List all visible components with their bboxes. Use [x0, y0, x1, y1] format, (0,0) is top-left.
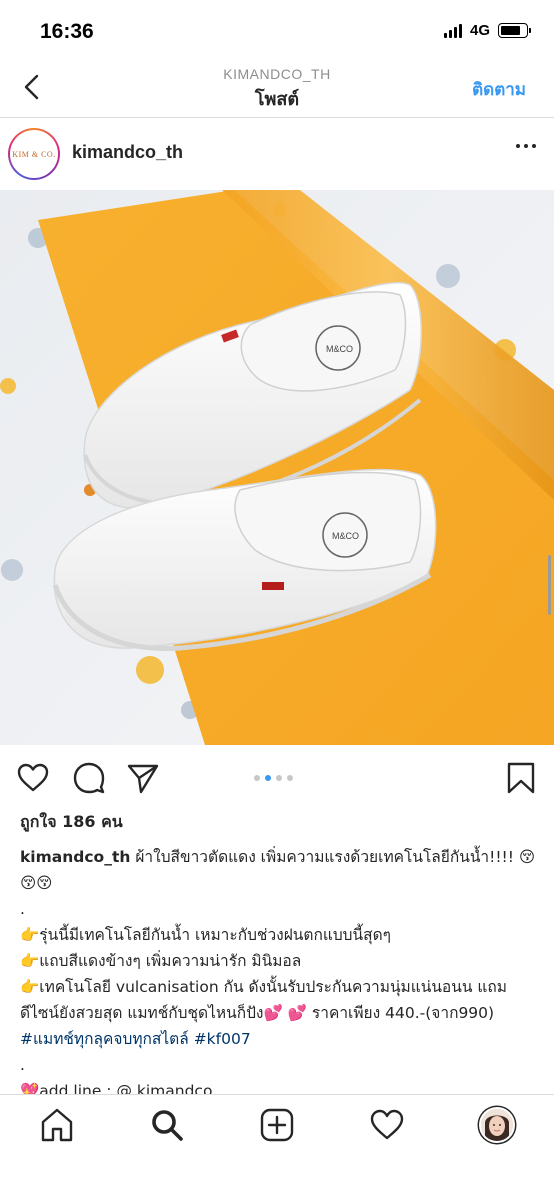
status-indicators: 4G: [443, 22, 531, 39]
carousel-dot: [254, 775, 260, 781]
likes-count[interactable]: ถูกใจ 186 คน: [20, 810, 123, 835]
home-indicator: [205, 1185, 349, 1190]
carousel-dot: [276, 775, 282, 781]
caption-dot: .: [20, 1056, 25, 1074]
avatar[interactable]: KIM & CO.: [8, 128, 60, 180]
svg-text:M&CO: M&CO: [326, 344, 353, 354]
plus-square-icon[interactable]: [259, 1107, 295, 1143]
scrollbar[interactable]: [548, 555, 551, 615]
comment-icon[interactable]: [72, 761, 106, 795]
action-bar: [0, 745, 554, 809]
caption-line: 👉รุ่นนี้มีเทคโนโลยีกันน้ำ เหมาะกับช่วงฝน…: [20, 926, 391, 944]
caption-dot: .: [20, 900, 25, 918]
post-username[interactable]: kimandco_th: [72, 142, 183, 163]
caption-username[interactable]: kimandco_th: [20, 848, 130, 866]
carousel-dot: [287, 775, 293, 781]
heart-icon[interactable]: [369, 1107, 405, 1143]
search-icon[interactable]: [149, 1107, 185, 1143]
post-image[interactable]: M&CO M&CO: [0, 190, 554, 745]
caption-line: 👉แถบสีแดงข้างๆ เพิ่มความน่ารัก มินิมอล: [20, 952, 302, 970]
avatar-logo-text: KIM & CO.: [12, 149, 56, 159]
carousel-indicator: [254, 775, 293, 781]
profile-avatar[interactable]: [479, 1107, 515, 1143]
page-title: โพสต์: [254, 89, 300, 110]
network-type: 4G: [469, 22, 490, 39]
bookmark-icon[interactable]: [504, 761, 538, 795]
nav-header: KIMANDCO_TH โพสต์ ติดตาม: [0, 60, 554, 118]
status-bar: 16:36 4G: [0, 0, 554, 60]
signal-icon: [443, 23, 462, 38]
more-options-icon[interactable]: [516, 144, 536, 148]
battery-icon: [498, 23, 531, 38]
caption-line: 👉เทคโนโลยี vulcanisation กัน ดังนั้นรับป…: [20, 978, 507, 1022]
post-caption: kimandco_th ผ้าใบสีขาวตัดแดง เพิ่มความแร…: [20, 844, 540, 1104]
hashtag-link[interactable]: #kf007: [194, 1030, 251, 1048]
hashtag-link[interactable]: #แมทช์ทุกลุคจบทุกสไตล์: [20, 1030, 189, 1048]
heart-icon[interactable]: [16, 761, 50, 795]
nav-titles: KIMANDCO_TH โพสต์: [0, 66, 554, 113]
send-icon[interactable]: [126, 761, 160, 795]
follow-button[interactable]: ติดตาม: [472, 76, 526, 103]
nav-subtitle: KIMANDCO_TH: [223, 66, 331, 82]
white-slip-on-shoes-photo: M&CO M&CO: [0, 190, 554, 745]
post-header: KIM & CO. kimandco_th: [0, 118, 554, 190]
svg-text:M&CO: M&CO: [332, 531, 359, 541]
status-time: 16:36: [40, 20, 94, 43]
carousel-dot-active: [265, 775, 271, 781]
home-icon[interactable]: [39, 1107, 75, 1143]
bottom-tab-bar: [0, 1094, 554, 1200]
